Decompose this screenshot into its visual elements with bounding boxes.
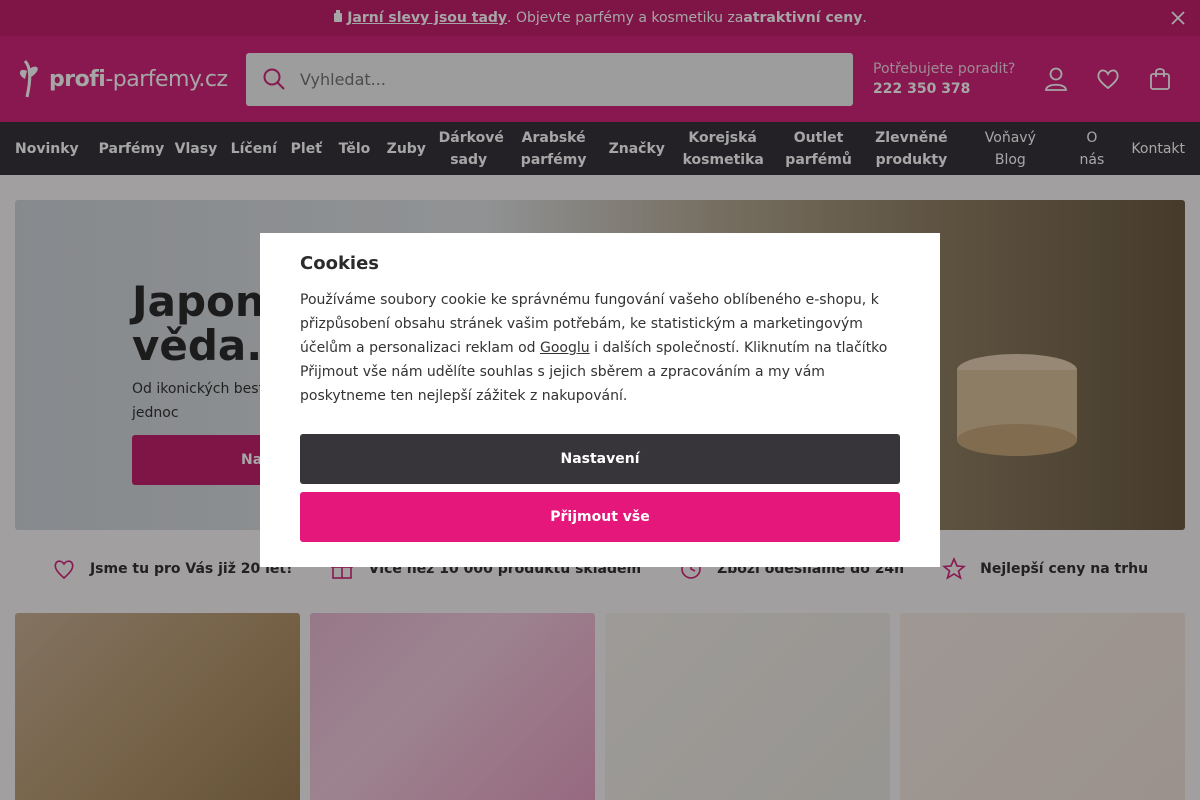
accept-all-button[interactable]: Přijmout vše <box>300 492 900 542</box>
modal-text: Používáme soubory cookie ke správnému fu… <box>300 288 900 408</box>
settings-button[interactable]: Nastavení <box>300 434 900 484</box>
google-link[interactable]: Googlu <box>540 340 590 356</box>
modal-title: Cookies <box>300 253 380 274</box>
cookie-modal: Cookies Používáme soubory cookie ke sprá… <box>260 233 940 567</box>
